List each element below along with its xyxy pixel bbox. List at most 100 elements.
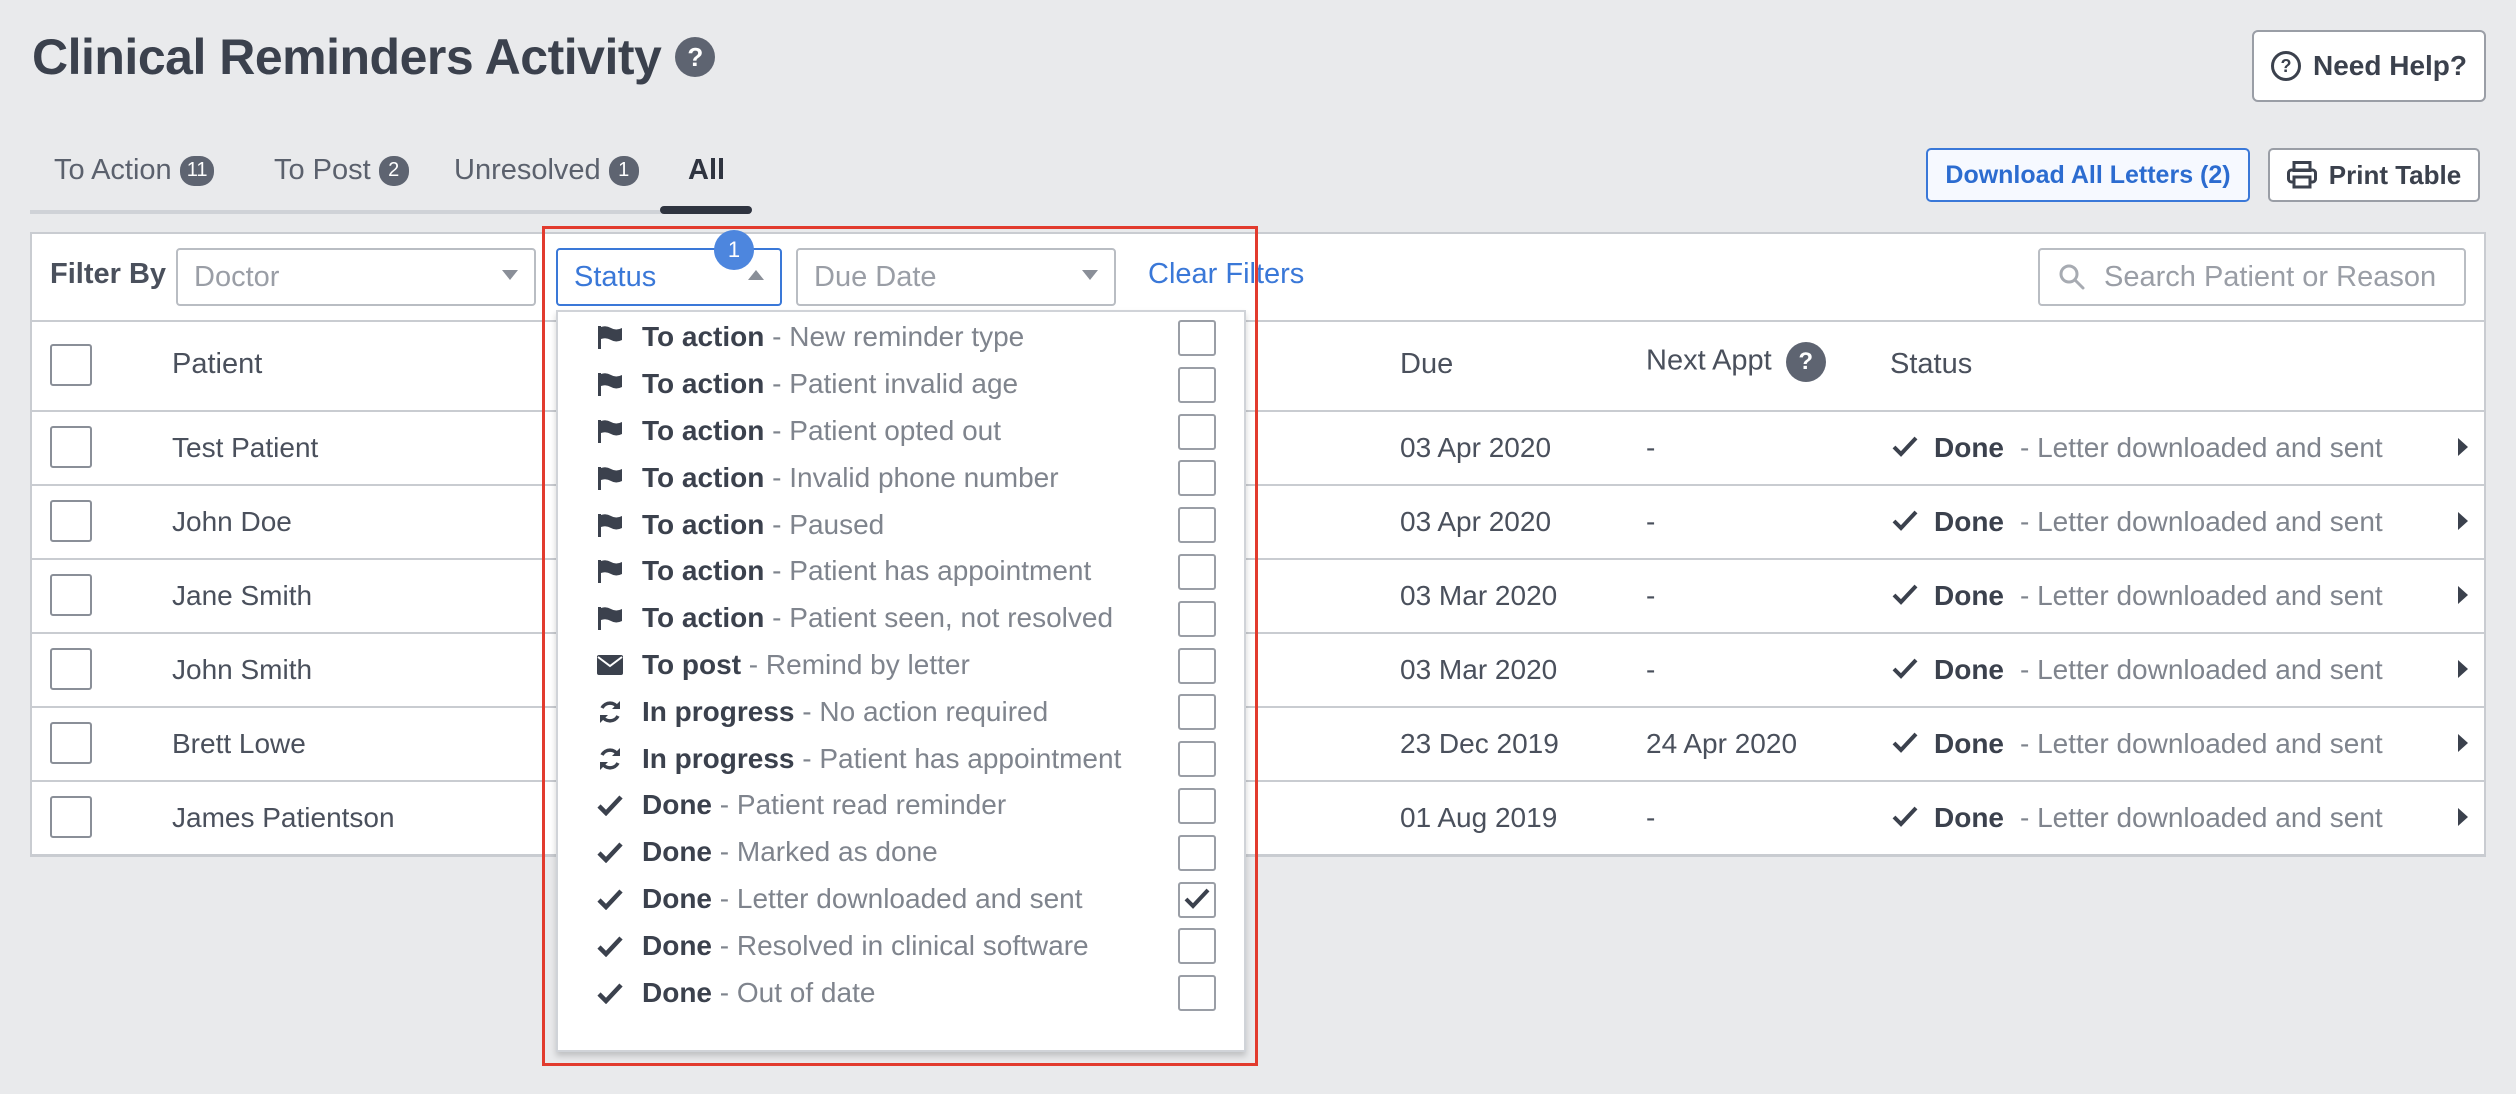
search-input[interactable]: Search Patient or Reason: [2038, 248, 2466, 306]
tab-bar: To Action 11 To Post 2 Unresolved 1 All: [30, 150, 750, 214]
status-cell: Done - Letter downloaded and sent: [1892, 728, 2383, 760]
status-label: Done: [1934, 802, 2004, 833]
status-label: Done: [1934, 432, 2004, 463]
row-checkbox[interactable]: [50, 574, 92, 616]
patient-name: John Doe: [172, 506, 292, 537]
table-row[interactable]: Brett Lowe 23 Dec 2019 24 Apr 2020 Done - Le…: [32, 708, 2484, 782]
tab-label: To Post: [274, 154, 371, 186]
status-cell: Done - Letter downloaded and sent: [1892, 802, 2383, 834]
due-date: 03 Mar 2020: [1400, 654, 1558, 685]
question-circle-icon: ?: [2270, 51, 2301, 81]
check-icon: [1892, 580, 1918, 612]
patient-name: James Patientson: [172, 802, 395, 833]
row-checkbox[interactable]: [50, 426, 92, 468]
next-appointment: -: [1646, 802, 1656, 833]
patient-name: Jane Smith: [172, 580, 313, 611]
status-description: - Letter downloaded and sent: [2020, 506, 2383, 537]
reminders-table-panel: Filter By Doctor Status 1 Due Date Clear…: [30, 230, 2486, 857]
status-label: Done: [1934, 580, 2004, 611]
table-row[interactable]: James Patientson 01 Aug 2019 - Done - Letter…: [32, 782, 2484, 856]
chevron-right-icon[interactable]: [2458, 808, 2468, 826]
chevron-down-icon: [502, 270, 518, 280]
help-icon[interactable]: ?: [1785, 342, 1826, 382]
status-cell: Done - Letter downloaded and sent: [1892, 506, 2383, 538]
patient-name: Test Patient: [172, 432, 319, 463]
tab-to-action[interactable]: To Action 11: [54, 154, 215, 187]
status-cell: Done - Letter downloaded and sent: [1892, 432, 2383, 464]
table-row[interactable]: Jane Smith 03 Mar 2020 - Done - Letter downl…: [32, 560, 2484, 634]
column-header-next-appt[interactable]: Next Appt?: [1646, 342, 1826, 382]
doctor-filter-select[interactable]: Doctor: [176, 248, 536, 306]
tab-to-post[interactable]: To Post 2: [274, 154, 409, 187]
chevron-right-icon[interactable]: [2458, 586, 2468, 604]
header: Clinical Reminders Activity ?: [32, 28, 716, 86]
column-header-status[interactable]: Status: [1890, 348, 1972, 381]
status-description: - Letter downloaded and sent: [2020, 802, 2383, 833]
status-label: Done: [1934, 654, 2004, 685]
status-label: Done: [1934, 506, 2004, 537]
due-date: 03 Mar 2020: [1400, 580, 1558, 611]
chevron-right-icon[interactable]: [2458, 660, 2468, 678]
print-table-button[interactable]: Print Table: [2268, 148, 2480, 202]
due-date: 01 Aug 2019: [1400, 802, 1558, 833]
row-checkbox[interactable]: [50, 648, 92, 690]
need-help-label: Need Help?: [2312, 50, 2468, 81]
status-cell: Done - Letter downloaded and sent: [1892, 654, 2383, 686]
tab-count-badge: 11: [179, 155, 215, 186]
next-appointment: -: [1646, 432, 1656, 463]
highlight-box: [542, 226, 1258, 1066]
status-description: - Letter downloaded and sent: [2020, 728, 2383, 759]
doctor-filter-placeholder: Doctor: [194, 260, 280, 293]
tab-count-badge: 2: [378, 155, 409, 186]
status-description: - Letter downloaded and sent: [2020, 580, 2383, 611]
filter-bar: Filter By Doctor Status 1 Due Date Clear…: [32, 230, 2484, 322]
filter-by-label: Filter By: [50, 258, 167, 290]
next-appointment: -: [1646, 580, 1656, 611]
next-appointment: 24 Apr 2020: [1646, 728, 1798, 759]
column-header-due[interactable]: Due: [1400, 348, 1453, 381]
active-tab-indicator: [660, 206, 752, 214]
tab-label: To Action: [54, 154, 172, 186]
search-icon: [2059, 264, 2085, 290]
due-date: 03 Apr 2020: [1400, 432, 1552, 463]
status-description: - Letter downloaded and sent: [2020, 432, 2383, 463]
check-icon: [1892, 728, 1918, 760]
due-date: 23 Dec 2019: [1400, 728, 1559, 759]
tab-count-badge: 1: [608, 155, 639, 186]
search-placeholder: Search Patient or Reason: [2104, 260, 2437, 293]
select-all-checkbox[interactable]: [50, 344, 92, 386]
page-title: Clinical Reminders Activity: [32, 29, 662, 85]
status-label: Done: [1934, 728, 2004, 759]
next-appointment: -: [1646, 654, 1656, 685]
status-cell: Done - Letter downloaded and sent: [1892, 580, 2383, 612]
chevron-right-icon[interactable]: [2458, 512, 2468, 530]
tab-all[interactable]: All: [688, 154, 725, 187]
chevron-right-icon[interactable]: [2458, 734, 2468, 752]
check-icon: [1892, 654, 1918, 686]
table-row[interactable]: John Doe 03 Apr 2020 - Done - Letter downloa…: [32, 486, 2484, 560]
download-all-letters-button[interactable]: Download All Letters (2): [1926, 148, 2250, 202]
check-icon: [1892, 506, 1918, 538]
tab-unresolved[interactable]: Unresolved 1: [454, 154, 639, 187]
chevron-right-icon[interactable]: [2458, 438, 2468, 456]
print-table-label: Print Table: [2328, 159, 2462, 190]
tab-label: All: [688, 154, 726, 186]
table-header-row: Patient Due Next Appt? Status: [32, 322, 2484, 412]
status-description: - Letter downloaded and sent: [2020, 654, 2383, 685]
table-row[interactable]: Test Patient 03 Apr 2020 - Done - Letter dow…: [32, 412, 2484, 486]
row-checkbox[interactable]: [50, 722, 92, 764]
column-header-patient[interactable]: Patient: [172, 348, 262, 381]
patient-name: Brett Lowe: [172, 728, 306, 759]
check-icon: [1892, 432, 1918, 464]
next-appointment: -: [1646, 506, 1656, 537]
next-appt-label: Next Appt: [1646, 344, 1772, 377]
row-checkbox[interactable]: [50, 796, 92, 838]
tab-label: Unresolved: [454, 154, 601, 186]
table-row[interactable]: John Smith 03 Mar 2020 - Done - Letter downl…: [32, 634, 2484, 708]
printer-icon: [2286, 161, 2317, 189]
help-icon[interactable]: ?: [675, 37, 716, 77]
patient-name: John Smith: [172, 654, 313, 685]
need-help-button[interactable]: ? Need Help?: [2252, 30, 2486, 102]
due-date: 03 Apr 2020: [1400, 506, 1552, 537]
row-checkbox[interactable]: [50, 500, 92, 542]
